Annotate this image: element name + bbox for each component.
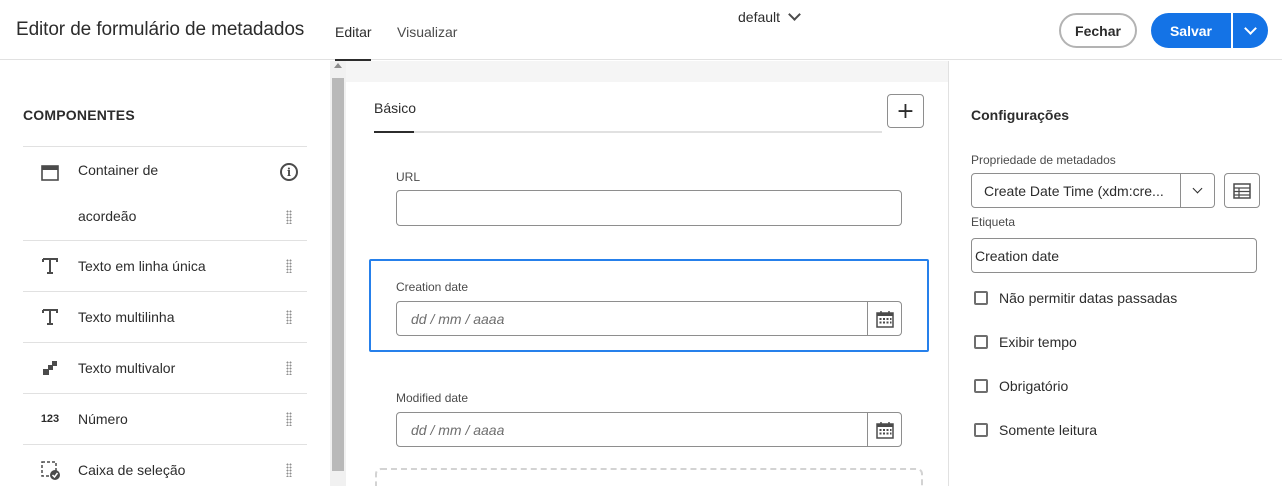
metadata-property-select[interactable]: Create Date Time (xdm:cre... — [971, 173, 1215, 208]
checkbox-label: Somente leitura — [999, 422, 1098, 438]
page-title: Editor de formulário de metadados — [16, 19, 305, 40]
form-tabs-underline — [374, 131, 882, 133]
components-title: COMPONENTES — [23, 107, 135, 123]
label-field-label: Etiqueta — [971, 215, 1016, 229]
label-input-value: Creation date — [975, 248, 1060, 264]
drop-zone[interactable] — [375, 468, 923, 486]
number-icon: 123 — [40, 413, 60, 425]
accordion-container-icon — [40, 163, 60, 183]
checkbox-disallow-past-dates[interactable]: Não permitir datas passadas — [974, 290, 1177, 306]
field-label-creation-date: Creation date — [396, 280, 469, 294]
checkbox-label: Não permitir datas passadas — [999, 290, 1178, 306]
url-field[interactable] — [396, 190, 902, 226]
settings-title: Configurações — [971, 107, 1070, 123]
drag-handle-icon[interactable] — [286, 210, 292, 224]
calendar-icon[interactable] — [867, 413, 901, 446]
table-icon — [1233, 182, 1251, 199]
text-icon — [40, 256, 60, 276]
component-label: Caixa de seleção — [78, 462, 186, 478]
component-multiline-text[interactable]: Texto multilinha — [23, 291, 307, 342]
component-label: Container de — [78, 162, 159, 178]
info-icon[interactable]: i — [280, 163, 298, 181]
component-number[interactable]: 123 Número — [23, 393, 307, 444]
app-header: Editor de formulário de metadados Editar… — [0, 0, 1282, 61]
modified-date-field[interactable]: dd / mm / aaaa — [396, 412, 902, 447]
checkbox[interactable] — [974, 423, 988, 437]
component-label: Texto em linha única — [78, 258, 206, 274]
checkbox[interactable] — [974, 335, 988, 349]
drag-handle-icon[interactable] — [286, 463, 292, 477]
component-accordion-container[interactable]: Container de acordeão i — [23, 146, 307, 240]
close-button[interactable]: Fechar — [1059, 13, 1137, 48]
checkbox-label: Obrigatório — [999, 378, 1069, 394]
label-input[interactable]: Creation date — [971, 238, 1257, 273]
component-multivalue-text[interactable]: Texto multivalor — [23, 342, 307, 393]
chevron-down-icon — [788, 8, 801, 21]
save-options-button[interactable] — [1233, 13, 1268, 48]
date-placeholder: dd / mm / aaaa — [411, 422, 505, 438]
field-label-url: URL — [396, 170, 421, 184]
component-single-line-text[interactable]: Texto em linha única — [23, 240, 307, 291]
tab-basic[interactable]: Básico — [374, 100, 416, 116]
checkbox-read-only[interactable]: Somente leitura — [974, 422, 1097, 438]
text-icon — [40, 307, 60, 327]
creation-date-field[interactable]: dd / mm / aaaa — [396, 301, 902, 336]
scrollbar-thumb[interactable] — [332, 78, 344, 471]
checkbox-required[interactable]: Obrigatório — [974, 378, 1068, 394]
calendar-icon[interactable] — [867, 302, 901, 335]
checkbox-show-time[interactable]: Exibir tempo — [974, 334, 1077, 350]
components-panel: COMPONENTES Container de acordeão i Text… — [0, 61, 330, 486]
drag-handle-icon[interactable] — [286, 310, 292, 324]
schema-browse-button[interactable] — [1224, 173, 1260, 208]
metadata-property-label: Propriedade de metadados — [971, 153, 1116, 167]
checkbox[interactable] — [974, 291, 988, 305]
tab-preview[interactable]: Visualizar — [397, 24, 457, 60]
field-label-modified-date: Modified date — [396, 391, 469, 405]
add-tab-button[interactable]: + — [887, 94, 924, 128]
form-selector-dropdown[interactable]: default — [738, 8, 801, 25]
drag-handle-icon[interactable] — [286, 259, 292, 273]
chevron-down-icon[interactable] — [1180, 174, 1214, 207]
component-checkbox[interactable]: Caixa de seleção — [23, 444, 307, 486]
component-label: Número — [78, 411, 128, 427]
component-label: Texto multivalor — [78, 360, 176, 376]
drag-handle-icon[interactable] — [286, 412, 292, 426]
date-placeholder: dd / mm / aaaa — [411, 311, 505, 327]
form-selector-value: default — [738, 9, 781, 25]
component-label: acordeão — [78, 208, 137, 224]
tab-edit[interactable]: Editar — [335, 24, 372, 61]
chevron-down-icon — [1244, 21, 1257, 35]
drag-handle-icon[interactable] — [286, 361, 292, 375]
scroll-up-arrow-icon[interactable] — [334, 63, 342, 68]
component-label: Texto multilinha — [78, 309, 175, 325]
checkbox-icon — [40, 460, 60, 480]
components-list: Container de acordeão i Texto em linha ú… — [23, 146, 307, 486]
multivalue-icon — [40, 358, 60, 378]
checkbox[interactable] — [974, 379, 988, 393]
metadata-property-value: Create Date Time (xdm:cre... — [984, 183, 1164, 199]
checkbox-label: Exibir tempo — [999, 334, 1077, 350]
save-button[interactable]: Salvar — [1151, 13, 1231, 48]
